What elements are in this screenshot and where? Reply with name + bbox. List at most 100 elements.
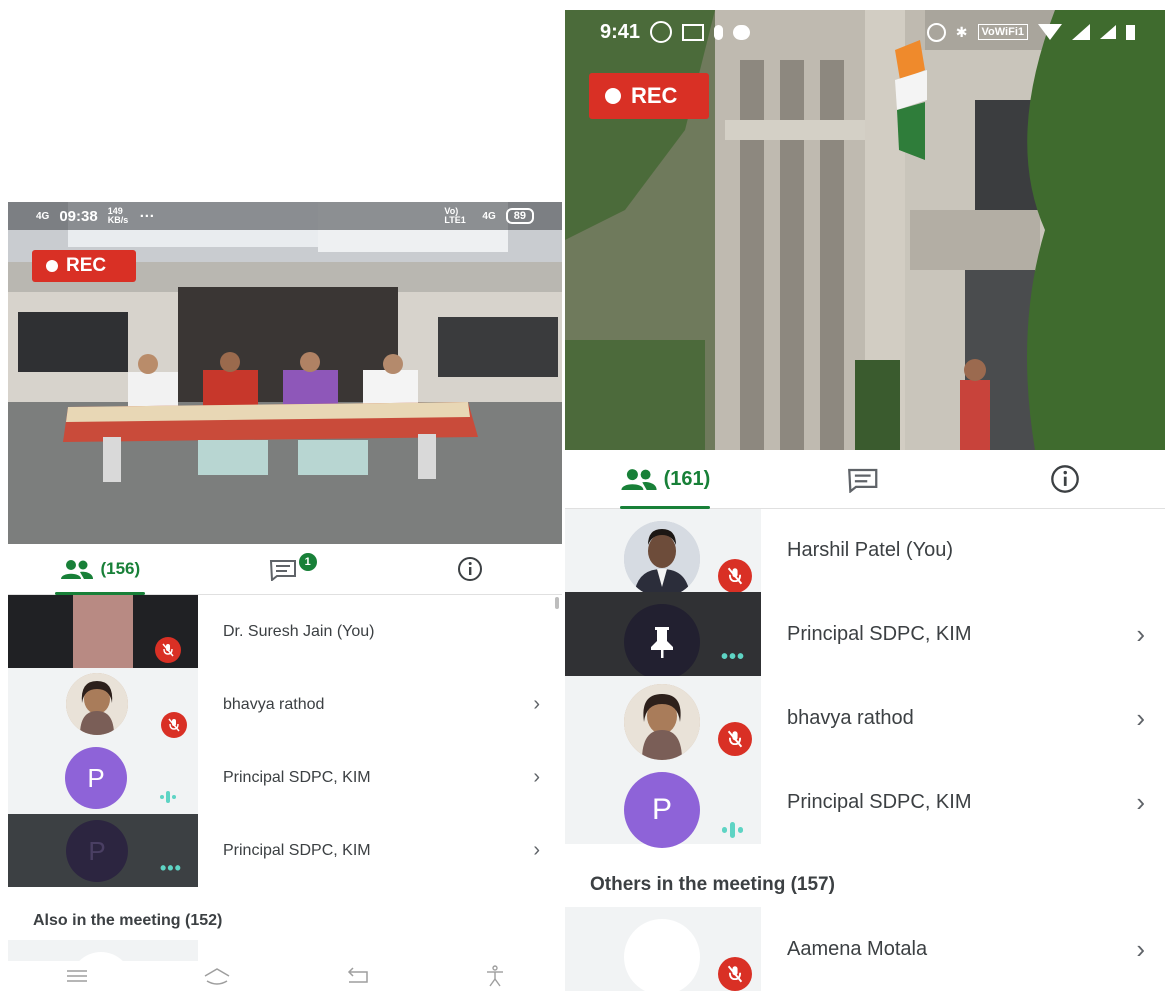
right-screenshot: 9:41 ✱ VoWiFi1 REC (161) Harshil Patel (… [565,10,1165,991]
right-participant-name: bhavya rathod [787,706,914,729]
right-participant-row[interactable]: bhavya rathod › [565,676,1165,760]
right-participant-row[interactable]: Aamena Motala › [565,907,1165,991]
info-icon [1051,465,1079,493]
signal-icon-2 [1100,25,1116,39]
right-section-heading: Others in the meeting (157) [590,874,835,895]
left-tab-people[interactable]: (156) [8,544,193,594]
right-rec-label: REC [631,83,678,108]
people-icon [621,469,657,490]
signal-icon [1072,24,1090,40]
right-status-time: 9:41 [600,20,641,43]
menu-icon[interactable] [65,969,89,983]
right-participant-name: Harshil Patel (You) [787,539,954,561]
left-tab-chat[interactable]: 1 [193,544,378,594]
avatar [624,521,700,597]
chat-icon [269,560,296,581]
avatar: P [624,772,700,848]
left-participant-name: bhavya rathod [223,695,325,713]
right-participant-name: Principal SDPC, KIM [787,790,972,813]
left-status-time: 09:38 [59,207,98,225]
avatar [624,919,700,991]
right-tab-people[interactable]: (161) [565,450,765,508]
left-speed-label: 149 KB/s [107,206,129,225]
right-avatar-thumbnail [565,676,761,760]
avatar [624,604,700,680]
left-participant-row[interactable]: bhavya rathod › [8,668,562,741]
avatar [624,684,700,760]
mic-off-icon [718,722,752,756]
avatar [66,673,128,735]
mail-icon [682,23,705,41]
people-icon [61,560,94,579]
left-status-bar: 4G 09:38 149 KB/s ··· Vo) LTE1 4G 89 [8,202,562,230]
avatar: P [66,820,128,882]
left-volte-label: Vo) LTE1 [444,206,466,225]
bluetooth-icon: ✱ [955,23,968,40]
left-rec-label: REC [66,255,107,276]
chevron-right-icon[interactable]: › [1136,787,1145,818]
more-dots-icon: ••• [721,646,746,668]
info-icon [457,557,482,581]
left-rec-dot-icon [46,260,58,272]
left-participant-name: Principal SDPC, KIM [223,841,371,859]
left-signal-label: 4G [36,210,50,222]
speaking-icon [160,791,176,803]
left-participant-row[interactable]: P ••• Principal SDPC, KIM › [8,814,562,887]
chat-icon [848,468,878,493]
left-avatar-thumbnail [8,668,198,741]
left-battery-level: 89 [513,210,526,222]
left-avatar-thumbnail: P [8,741,198,814]
left-people-count: (156) [100,559,141,578]
chevron-right-icon[interactable]: › [533,693,540,716]
right-status-bar: 9:41 ✱ VoWiFi1 [565,10,1165,54]
left-participant-name: Principal SDPC, KIM [223,768,371,786]
right-avatar-thumbnail: P [565,760,761,848]
home-icon[interactable] [203,967,231,985]
right-participant-name: Aamena Motala [787,937,928,960]
left-chat-badge: 1 [298,553,317,571]
whatsapp-icon [650,21,673,43]
left-more-indicator: ··· [139,207,155,225]
alarm-icon [926,22,946,42]
left-participant-row[interactable]: P Principal SDPC, KIM › [8,741,562,814]
left-section-heading: Also in the meeting (152) [33,912,223,929]
right-participant-row[interactable]: P Principal SDPC, KIM › [565,760,1165,848]
left-participant-row[interactable]: Dr. Suresh Jain (You) [8,595,562,668]
right-participant-row[interactable]: Harshil Patel (You) [565,509,1165,597]
right-participant-name: Principal SDPC, KIM [787,622,972,645]
left-self-video [73,595,133,668]
right-avatar-thumbnail: ••• [565,592,761,680]
right-tab-chat[interactable] [765,450,965,508]
chat-bubble-icon [733,24,751,40]
right-wifi-label: VoWiFi1 [977,24,1028,40]
more-dots-icon: ••• [160,858,182,878]
left-battery-icon: 89 [505,208,534,224]
right-tab-info[interactable] [965,450,1165,508]
right-tab-bar: (161) [565,450,1165,509]
back-icon[interactable] [345,967,371,985]
left-tab-info[interactable] [377,544,562,594]
mic-off-icon [718,559,752,593]
right-participant-row[interactable]: ••• Principal SDPC, KIM › [565,592,1165,680]
mic-icon [714,24,724,40]
right-rec-dot-icon [605,88,621,104]
left-participant-name: Dr. Suresh Jain (You) [223,622,375,640]
left-navigation-bar [8,961,562,991]
wifi-icon [1038,24,1062,40]
chevron-right-icon[interactable]: › [1136,619,1145,650]
right-avatar-thumbnail [565,907,761,991]
left-screenshot: 4G 09:38 149 KB/s ··· Vo) LTE1 4G 89 REC… [8,202,562,991]
mic-off-icon [718,957,752,991]
battery-icon [1126,24,1135,40]
left-tab-bar: (156) 1 [8,544,562,595]
right-avatar-thumbnail [565,509,761,597]
chevron-right-icon[interactable]: › [1136,703,1145,734]
chevron-right-icon[interactable]: › [1136,934,1145,965]
accessibility-icon[interactable] [485,965,505,987]
chevron-right-icon[interactable]: › [533,839,540,862]
chevron-right-icon[interactable]: › [533,766,540,789]
left-network-label: 4G [482,210,496,222]
left-scrollbar[interactable] [555,597,559,609]
avatar: P [65,747,127,809]
right-people-count: (161) [663,467,711,490]
